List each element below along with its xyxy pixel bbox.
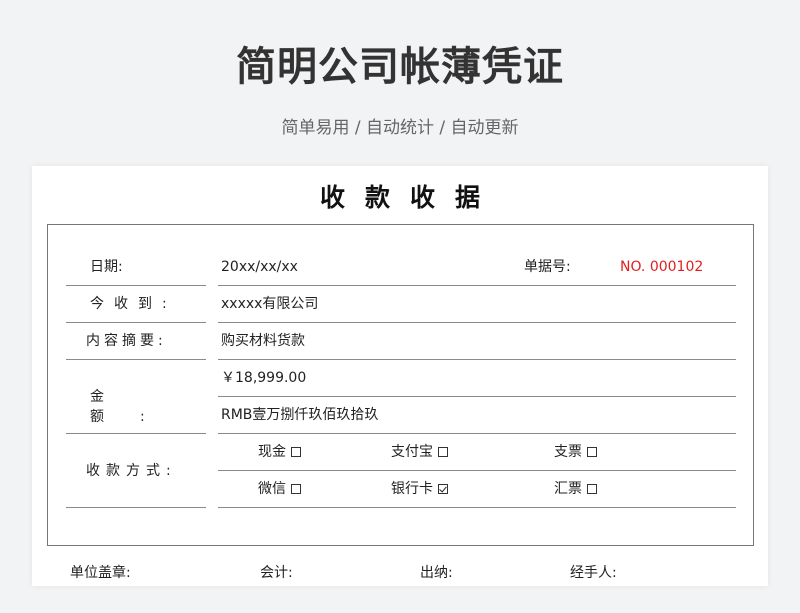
divider bbox=[218, 359, 736, 360]
receipt-number-value: NO. 000102 bbox=[620, 259, 704, 275]
checkbox-icon[interactable] bbox=[587, 447, 597, 457]
divider bbox=[218, 396, 736, 397]
accountant-label: 会计: bbox=[260, 565, 293, 581]
checkbox-icon[interactable] bbox=[438, 447, 448, 457]
signature-row: 单位盖章: 会计: 出纳: 经手人: bbox=[70, 562, 730, 582]
received-from-value: xxxxx有限公司 bbox=[221, 296, 319, 312]
cashier-label: 出纳: bbox=[420, 565, 453, 581]
date-value: 20xx/xx/xx bbox=[221, 259, 298, 275]
amount-value: ￥18,999.00 bbox=[221, 370, 307, 386]
divider bbox=[66, 322, 206, 323]
divider bbox=[218, 470, 736, 471]
payment-option-bank-card[interactable]: 银行卡 bbox=[391, 479, 448, 499]
stamp-label: 单位盖章: bbox=[70, 565, 131, 581]
divider bbox=[218, 507, 736, 508]
summary-value: 购买材料货款 bbox=[221, 333, 305, 349]
payment-option-label: 支票 bbox=[554, 444, 582, 460]
payment-method-label: 收款方式: bbox=[86, 463, 177, 479]
date-label: 日期: bbox=[90, 257, 176, 277]
date-label-text: 日期: bbox=[90, 259, 123, 275]
page-title: 简明公司帐薄凭证 bbox=[236, 44, 564, 90]
payment-option-cheque[interactable]: 支票 bbox=[554, 442, 597, 462]
payment-option-label: 银行卡 bbox=[391, 481, 433, 497]
receipt-frame: 日期: 20xx/xx/xx 单据号: NO. 000102 今收到: xxxx… bbox=[47, 224, 754, 546]
payment-option-label: 支付宝 bbox=[391, 444, 433, 460]
divider bbox=[66, 433, 206, 434]
payment-option-label: 现金 bbox=[258, 444, 286, 460]
divider bbox=[66, 359, 206, 360]
receipt-card: 收款收据 日期: 20xx/xx/xx 单据号: NO. 000102 今收到:… bbox=[32, 166, 768, 586]
received-from-label: 今收到: bbox=[90, 296, 177, 312]
divider bbox=[218, 285, 736, 286]
handler-label: 经手人: bbox=[570, 565, 617, 581]
checkbox-checked-icon[interactable] bbox=[438, 484, 448, 494]
checkbox-icon[interactable] bbox=[587, 484, 597, 494]
payment-option-cash[interactable]: 现金 bbox=[258, 442, 301, 462]
divider bbox=[66, 507, 206, 508]
payment-option-draft[interactable]: 汇票 bbox=[554, 479, 597, 499]
page-subtitle: 简单易用 / 自动统计 / 自动更新 bbox=[281, 118, 519, 138]
checkbox-icon[interactable] bbox=[291, 447, 301, 457]
summary-label: 内容摘要: bbox=[86, 333, 167, 349]
amount-in-words: RMB壹万捌仟玖佰玖拾玖 bbox=[221, 407, 379, 423]
divider bbox=[218, 322, 736, 323]
receipt-number-label: 单据号: bbox=[524, 259, 571, 275]
payment-option-label: 汇票 bbox=[554, 481, 582, 497]
payment-option-label: 微信 bbox=[258, 481, 286, 497]
payment-option-alipay[interactable]: 支付宝 bbox=[391, 442, 448, 462]
divider bbox=[66, 285, 206, 286]
checkbox-icon[interactable] bbox=[291, 484, 301, 494]
divider bbox=[218, 433, 736, 434]
receipt-title: 收款收据 bbox=[319, 183, 500, 212]
amount-label: 金额: bbox=[90, 389, 181, 425]
payment-option-wechat[interactable]: 微信 bbox=[258, 479, 301, 499]
